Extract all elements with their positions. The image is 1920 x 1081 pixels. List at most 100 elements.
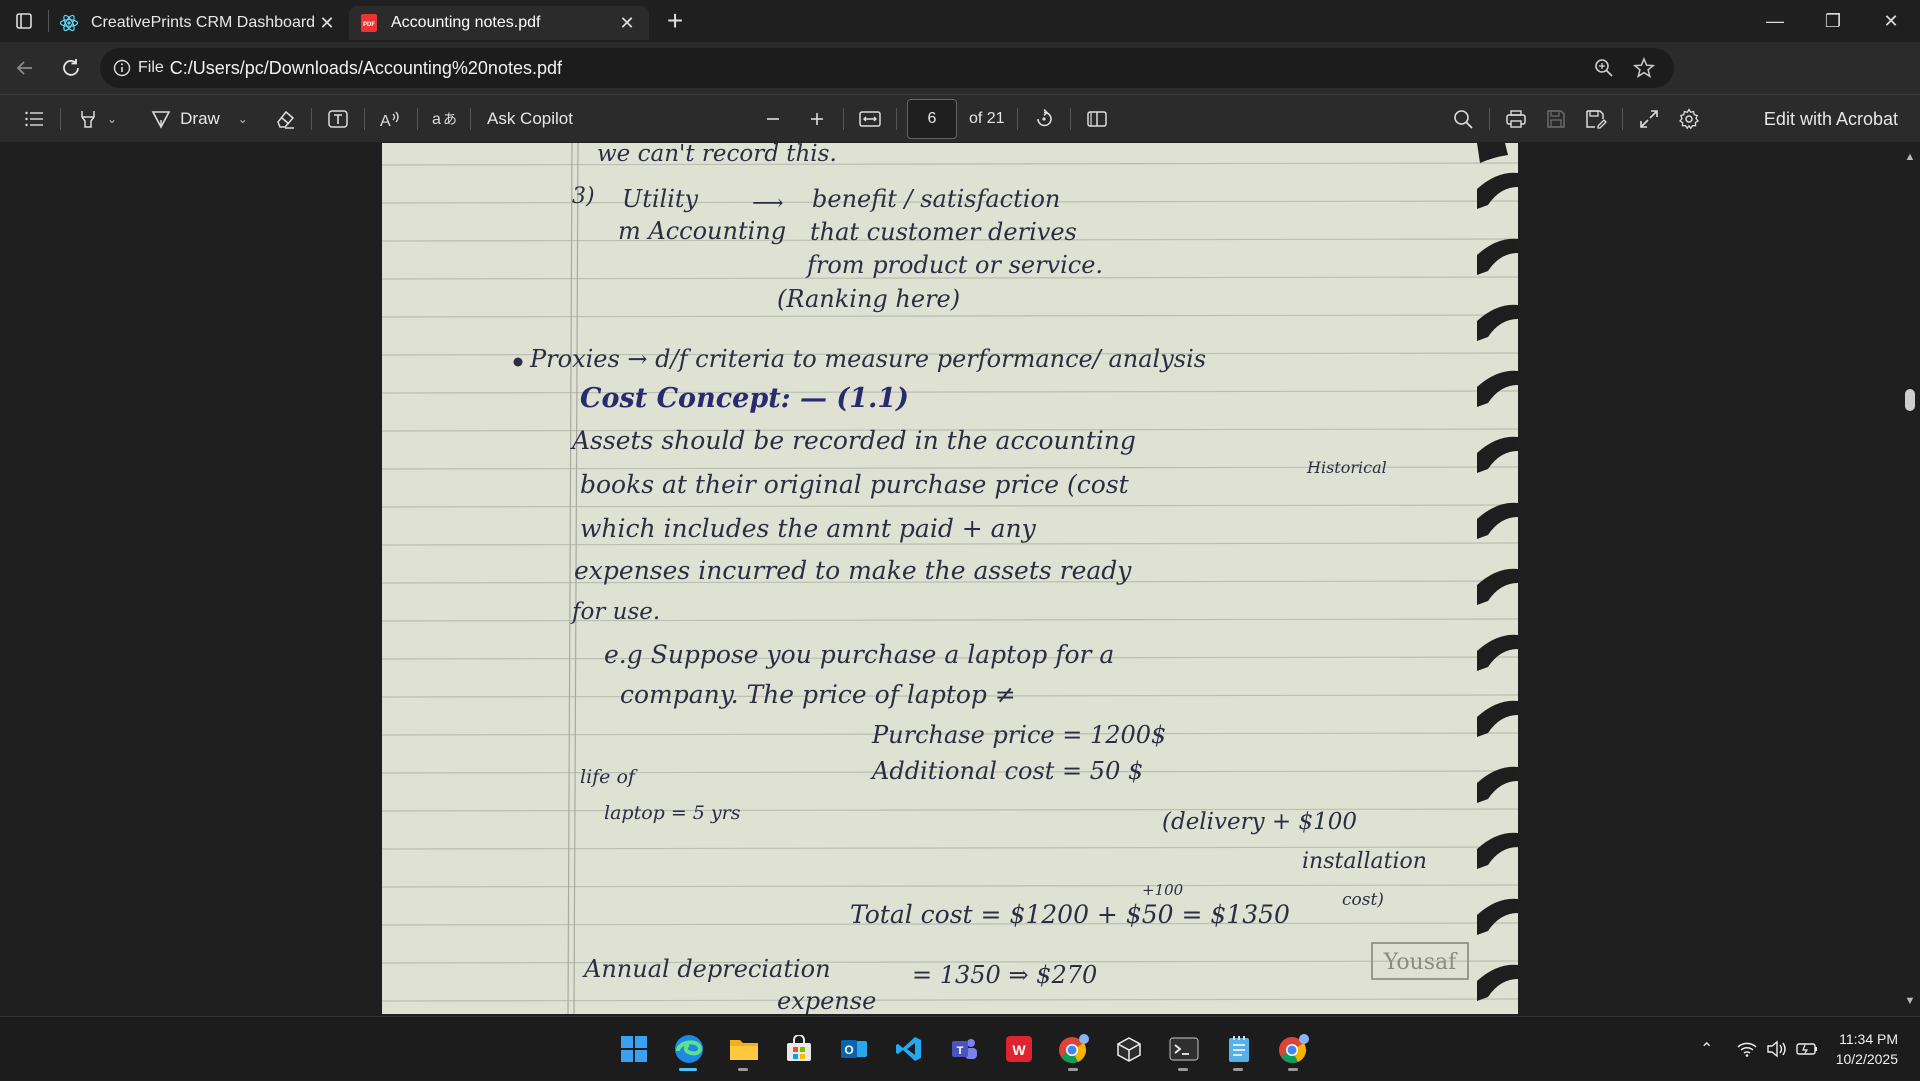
search-button[interactable] (1443, 99, 1483, 139)
note-line: which includes the amnt paid + any (580, 514, 1037, 543)
info-icon[interactable] (112, 58, 132, 78)
battery-icon[interactable] (1792, 1034, 1822, 1064)
taskbar-file-explorer[interactable] (716, 1025, 771, 1073)
translate-button[interactable]: aあ (424, 99, 464, 139)
scroll-down-icon[interactable]: ▼ (1904, 995, 1916, 1007)
minimize-button[interactable]: — (1746, 0, 1804, 42)
draw-pen-icon (151, 110, 171, 129)
zoom-icon[interactable] (1584, 48, 1624, 88)
cube-app-icon (1116, 1037, 1141, 1062)
toolbar-divider (1621, 107, 1623, 130)
new-tab-button[interactable]: + (655, 4, 695, 38)
highlighter-icon (81, 110, 95, 128)
svg-text:T: T (956, 1045, 963, 1057)
gear-icon (1678, 107, 1699, 129)
taskbar-edge[interactable] (661, 1025, 716, 1073)
page-view-button[interactable] (1077, 99, 1117, 139)
note-line: Utility (622, 185, 699, 213)
close-tab-icon[interactable]: ✕ (315, 11, 339, 35)
scrollbar-thumb[interactable] (1905, 389, 1915, 411)
taskbar-chrome-profile-1[interactable] (1046, 1025, 1101, 1073)
edit-with-acrobat-label: Edit with Acrobat (1763, 108, 1898, 129)
tab-crm-dashboard[interactable]: CreativePrints CRM Dashboard ✕ (49, 6, 349, 40)
fit-page-button[interactable] (850, 99, 890, 139)
read-aloud-icon: A (380, 111, 399, 130)
text-box-button[interactable] (318, 99, 358, 139)
taskbar-chrome-profile-2[interactable] (1266, 1025, 1321, 1073)
draw-button[interactable]: Draw ⌄ (139, 99, 259, 139)
contents-button[interactable] (14, 99, 54, 139)
wifi-icon[interactable] (1732, 1034, 1762, 1064)
taskbar-store[interactable] (771, 1025, 826, 1073)
notebook-page: we can't record this. 3) Utility m Accou… (382, 143, 1518, 1014)
svg-text:PDF: PDF (363, 22, 375, 28)
svg-text:O: O (844, 1043, 853, 1057)
toolbar-divider (842, 107, 844, 130)
erase-button[interactable] (265, 99, 305, 139)
pdf-viewer: we can't record this. 3) Utility m Accou… (0, 143, 1920, 1015)
show-hidden-icons-chevron-up-icon[interactable]: ⌃ (1692, 1034, 1722, 1064)
svg-text:a: a (432, 111, 441, 128)
restore-button[interactable]: ❐ (1804, 0, 1862, 42)
taskbar-notepad[interactable] (1211, 1025, 1266, 1073)
taskbar-app-cube[interactable] (1101, 1025, 1156, 1073)
outlook-icon: O (840, 1040, 867, 1058)
page-view-icon (1086, 110, 1107, 127)
start-button[interactable] (606, 1025, 661, 1073)
ask-copilot-button[interactable]: Ask Copilot (477, 99, 583, 139)
note-line: m Accounting (618, 217, 786, 245)
refresh-button[interactable] (48, 48, 94, 88)
toolbar-divider (311, 107, 312, 130)
bullet-number: 3) (572, 184, 595, 209)
back-button[interactable] (2, 48, 48, 88)
url-text[interactable]: C:/Users/pc/Downloads/Accounting%20notes… (170, 58, 562, 79)
svg-text:A: A (380, 113, 391, 130)
store-icon (786, 1035, 811, 1061)
zoom-in-button[interactable] (797, 99, 837, 139)
page-total: of 21 (968, 109, 1005, 127)
settings-button[interactable] (1669, 99, 1709, 139)
volume-icon[interactable] (1762, 1034, 1792, 1064)
close-window-button[interactable]: ✕ (1862, 0, 1920, 42)
stamp-text: Yousaf (1383, 950, 1458, 975)
plus-icon (810, 112, 823, 125)
save-as-button[interactable] (1576, 99, 1616, 139)
toolbar-divider (470, 107, 471, 130)
print-button[interactable] (1496, 99, 1536, 139)
scroll-up-icon[interactable]: ▲ (1904, 151, 1916, 163)
zoom-out-button[interactable] (753, 99, 793, 139)
tab-strip: CreativePrints CRM Dashboard ✕ PDF Accou… (0, 0, 1920, 42)
text-box-icon (328, 109, 348, 128)
edit-with-acrobat-button[interactable]: Edit with Acrobat (1764, 99, 1898, 139)
toolbar-divider (60, 107, 61, 130)
vertical-scrollbar[interactable]: ▲ ▼ (1900, 143, 1920, 1015)
note-line: Proxies → d/f criteria to measure perfor… (529, 345, 1206, 373)
tab-actions-button[interactable] (0, 0, 48, 42)
scheme-label: File (138, 59, 164, 76)
search-icon (1453, 109, 1473, 129)
taskbar-outlook[interactable]: O (826, 1025, 881, 1073)
taskbar-vscode[interactable] (881, 1025, 936, 1073)
close-tab-icon[interactable]: ✕ (615, 11, 639, 35)
system-clock[interactable]: 11:34 PM 10/2/2025 (1836, 1029, 1898, 1069)
taskbar-terminal[interactable] (1156, 1025, 1211, 1073)
note-line: installation (1302, 849, 1427, 874)
note-line: Purchase price = 1200$ (871, 721, 1166, 749)
taskbar-teams[interactable]: T (936, 1025, 991, 1073)
highlight-button[interactable]: ⌄ (67, 99, 127, 139)
address-bar[interactable]: File C:/Users/pc/Downloads/Accounting%20… (100, 48, 1674, 88)
running-indicator (1288, 1068, 1298, 1071)
save-as-icon (1585, 109, 1607, 129)
page-number-input[interactable]: 6 (906, 98, 957, 139)
tab-title: Accounting notes.pdf (391, 14, 541, 31)
taskbar-wps[interactable]: W (991, 1025, 1046, 1073)
edge-icon (674, 1035, 703, 1063)
favorite-star-icon[interactable] (1624, 48, 1664, 88)
read-aloud-button[interactable]: A (371, 99, 411, 139)
tab-accounting-notes[interactable]: PDF Accounting notes.pdf ✕ (349, 6, 649, 40)
save-button[interactable] (1536, 99, 1576, 139)
full-screen-button[interactable] (1629, 99, 1669, 139)
wps-office-icon: W (1005, 1036, 1032, 1062)
note-line: Additional cost = 50 $ (870, 757, 1143, 785)
rotate-button[interactable] (1024, 99, 1064, 139)
